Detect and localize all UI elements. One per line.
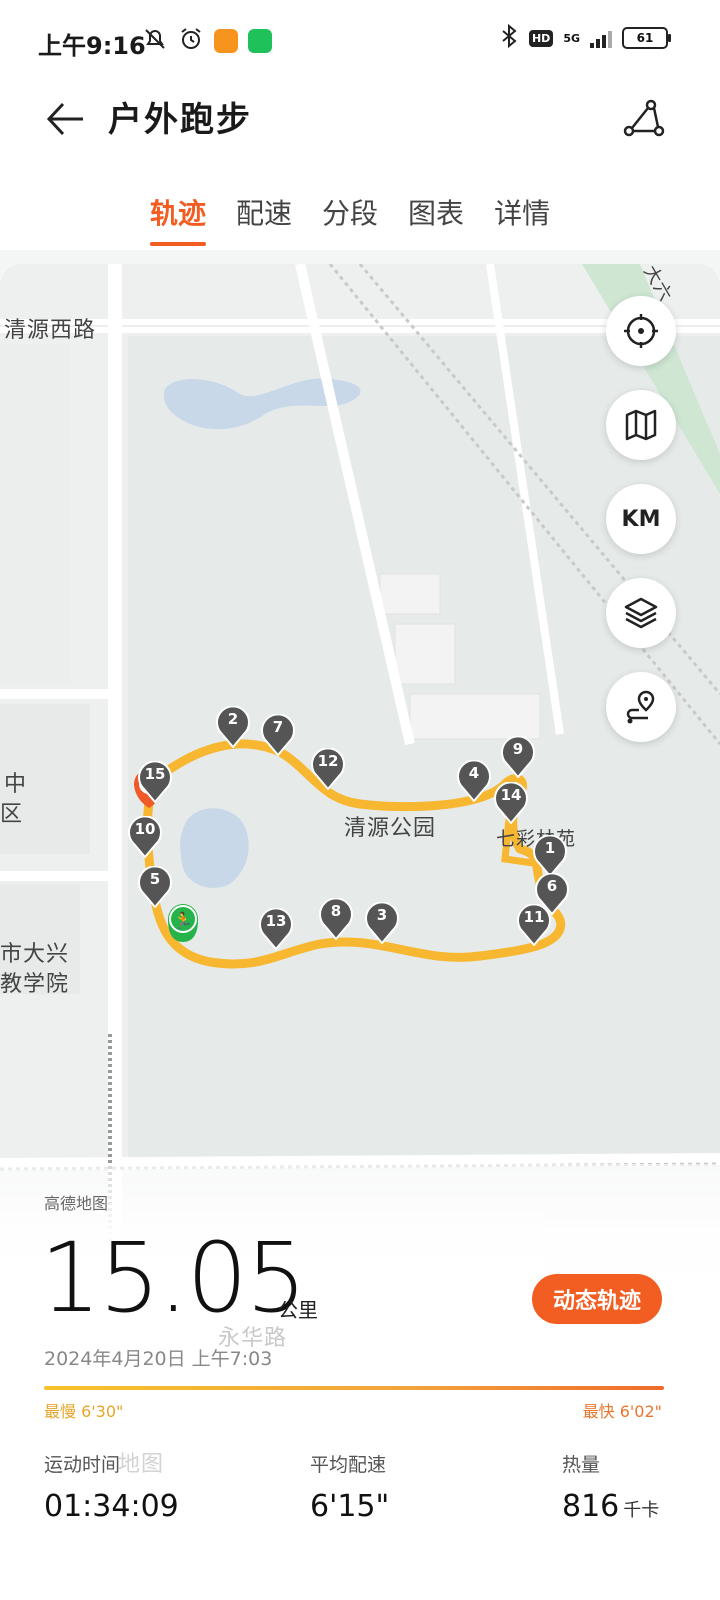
stat-label: 运动时间 [44, 1454, 121, 1476]
km-marker-label: 9 [512, 740, 524, 758]
battery-level: 61 [636, 31, 654, 45]
km-marker-label: 5 [149, 870, 161, 888]
km-marker-5[interactable]: 5 [138, 866, 172, 908]
route-nodes-icon [623, 99, 665, 137]
km-toggle-button[interactable]: KM [606, 484, 676, 554]
km-marker-3[interactable]: 3 [365, 902, 399, 944]
locate-button[interactable] [606, 296, 676, 366]
km-marker-14[interactable]: 14 [494, 782, 528, 824]
stat-value-text: 6'15" [310, 1489, 390, 1524]
hd-badge: HD [528, 29, 554, 47]
km-marker-1[interactable]: 1 [533, 835, 567, 877]
stat-value: 01:34:09 [44, 1489, 179, 1524]
km-marker-label: 11 [523, 908, 545, 926]
km-marker-2[interactable]: 2 [216, 706, 250, 748]
route-share-button[interactable] [616, 92, 670, 146]
app-notification-icon [214, 29, 238, 53]
pace-gradient-bar [44, 1386, 664, 1390]
km-marker-label: 4 [468, 764, 480, 782]
km-marker-9[interactable]: 9 [501, 736, 535, 778]
map-label-left-bottom-1: 市大兴 [0, 942, 70, 967]
km-marker-label: 6 [546, 877, 558, 895]
route-pin-button[interactable] [606, 672, 676, 742]
km-marker-label: 12 [317, 752, 339, 770]
stat-avg-pace: 平均配速 6'15" [310, 1450, 389, 1524]
map-label-park: 清源公园 [344, 816, 437, 841]
map-label-left-mid: 区 [0, 802, 24, 827]
stat-unit: 千卡 [623, 1500, 660, 1521]
crosshair-icon [624, 314, 658, 348]
svg-text:🏃: 🏃 [173, 911, 193, 930]
back-button[interactable] [38, 92, 92, 146]
back-arrow-icon [46, 102, 83, 136]
bluetooth-icon [499, 23, 519, 52]
stat-value: 6'15" [310, 1489, 389, 1524]
wechat-icon [248, 29, 272, 53]
km-marker-13[interactable]: 13 [259, 908, 293, 950]
battery-icon: 61 [622, 27, 671, 49]
map-type-button[interactable] [606, 390, 676, 460]
km-marker-10[interactable]: 10 [128, 816, 162, 858]
km-marker-7[interactable]: 7 [261, 714, 295, 756]
stat-value-text: 816 [562, 1489, 620, 1524]
km-marker-12[interactable]: 12 [311, 748, 345, 790]
map-label-left-top: 中 [4, 772, 28, 797]
map-icon [625, 409, 657, 441]
network-label: 5G [563, 31, 580, 45]
stat-label: 平均配速 [310, 1454, 387, 1476]
status-icons-left [142, 26, 272, 56]
stat-duration: 运动时间 01:34:09 [44, 1450, 179, 1524]
km-marker-11[interactable]: 11 [517, 904, 551, 946]
status-icons-right: HD 5G 61 [499, 23, 671, 52]
tab-segments[interactable]: 分段 [322, 192, 378, 246]
km-marker-label: 1 [544, 839, 556, 857]
dynamic-track-button[interactable]: 动态轨迹 [532, 1274, 662, 1324]
km-marker-label: 15 [144, 765, 166, 783]
page-title: 户外跑步 [108, 100, 252, 140]
km-marker-label: 10 [134, 820, 156, 838]
distance-unit: 公里 [278, 1298, 318, 1322]
tab-track[interactable]: 轨迹 [150, 192, 207, 246]
summary-panel: 永华路 地图 高德地图 15.05 公里 动态轨迹 2024年4月20日 上午7… [0, 1164, 720, 1600]
map-label-road-top: 清源西路 [4, 318, 97, 343]
km-marker-label: 2 [227, 710, 239, 728]
workout-datetime: 2024年4月20日 上午7:03 [44, 1348, 273, 1370]
pace-fastest: 最快 6'02" [582, 1402, 662, 1421]
km-marker-4[interactable]: 4 [457, 760, 491, 802]
stat-label: 热量 [562, 1454, 601, 1476]
km-marker-label: 8 [330, 902, 342, 920]
distance-value: 15.05 [40, 1222, 307, 1334]
tab-charts[interactable]: 图表 [408, 192, 464, 246]
stat-value-text: 01:34:09 [44, 1489, 179, 1524]
tab-details[interactable]: 详情 [494, 192, 550, 246]
km-marker-label: 14 [500, 786, 522, 804]
stat-calories: 热量 816 千卡 [562, 1450, 659, 1524]
status-time: 上午9:16 [38, 32, 146, 60]
km-marker-8[interactable]: 8 [319, 898, 353, 940]
tab-pace[interactable]: 配速 [236, 192, 292, 246]
status-bar: 上午9:16 HD 5G 61 [0, 0, 720, 80]
header: 户外跑步 轨迹 配速 分段 图表 详情 [0, 80, 720, 250]
map-provider-label: 高德地图 [44, 1194, 109, 1213]
pace-slowest: 最慢 6'30" [44, 1402, 124, 1421]
stat-value: 816 千卡 [562, 1489, 659, 1524]
map-label-left-bottom-2: 教学院 [0, 972, 70, 997]
km-marker-label: 3 [376, 906, 388, 924]
tab-bar: 轨迹 配速 分段 图表 详情 [150, 192, 550, 246]
route-pin-icon [626, 690, 655, 724]
km-marker-15[interactable]: 15 [138, 761, 172, 803]
km-marker-label: 7 [272, 718, 284, 736]
mute-icon [142, 26, 168, 56]
signal-icon [590, 28, 612, 48]
layers-icon [624, 597, 658, 629]
layers-button[interactable] [606, 578, 676, 648]
km-marker-label: 13 [265, 912, 287, 930]
alarm-icon [178, 26, 204, 56]
